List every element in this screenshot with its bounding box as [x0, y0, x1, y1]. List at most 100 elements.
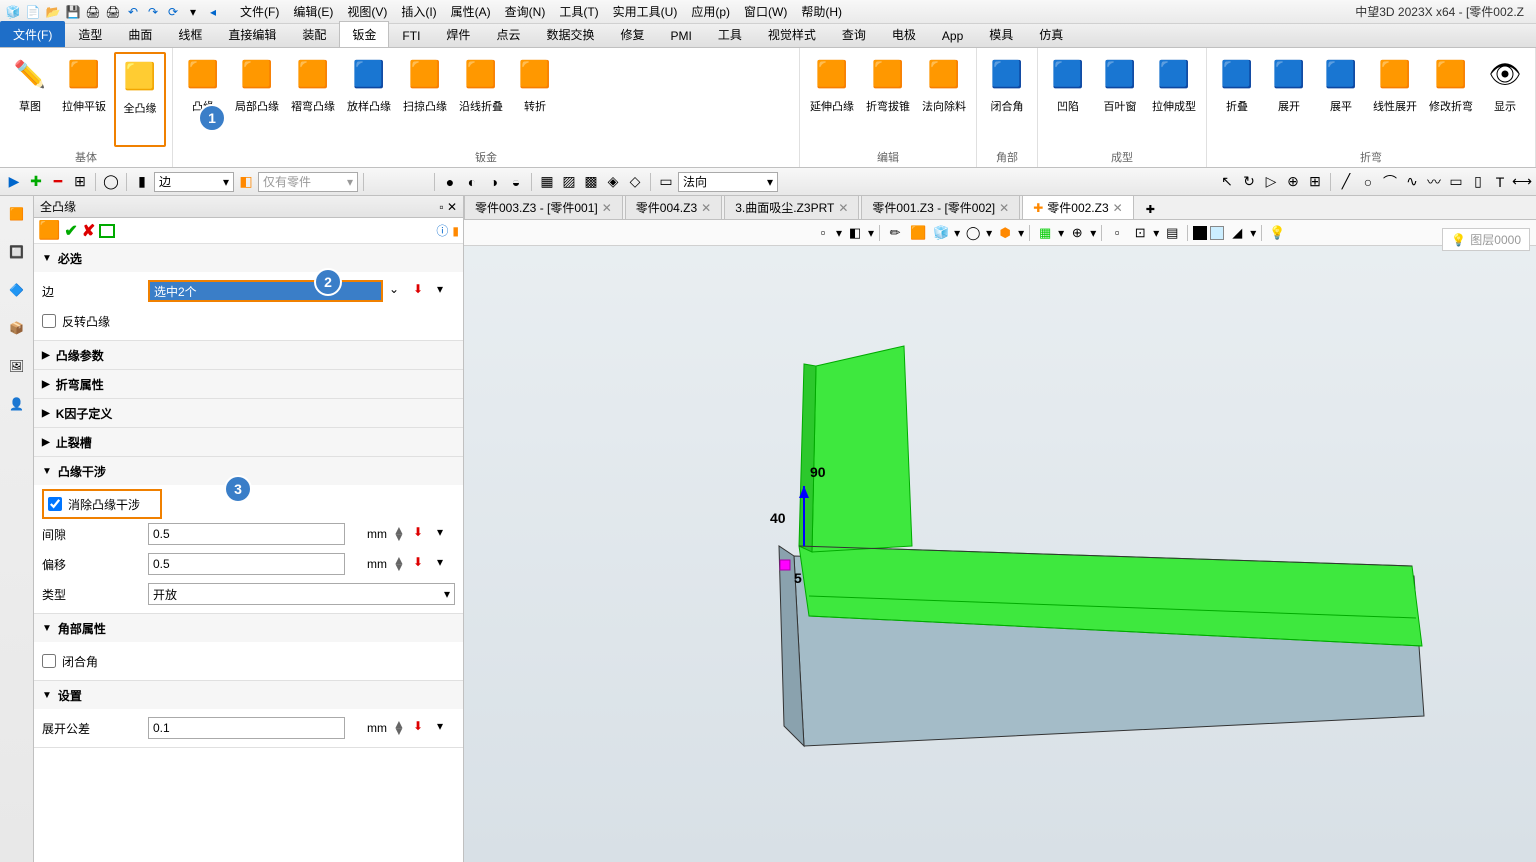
ribbon-tab-wire[interactable]: 线框	[165, 21, 215, 47]
doc-tab[interactable]: 3.曲面吸尘.Z3PRT✕	[724, 196, 859, 219]
close-icon[interactable]: ✕	[1113, 201, 1123, 215]
vt-icon[interactable]	[1193, 226, 1207, 240]
app-icon[interactable]: 🧊	[4, 3, 22, 21]
snap8-icon[interactable]: ◈	[603, 172, 623, 192]
show-button[interactable]: 👁显示	[1481, 52, 1529, 147]
ribbon-tab-pmi[interactable]: PMI	[657, 24, 704, 47]
snap5-icon[interactable]: ▦	[537, 172, 557, 192]
vt-icon[interactable]: ◧	[845, 223, 865, 243]
pick3-icon[interactable]: ⬇	[413, 555, 431, 573]
close-icon[interactable]: ✕	[701, 201, 711, 215]
doc-tab[interactable]: 零件001.Z3 - [零件002]✕	[861, 196, 1020, 219]
remove-interference-checkbox[interactable]	[48, 497, 62, 511]
add-icon[interactable]: ✚	[26, 172, 46, 192]
snap1-icon[interactable]: ●	[440, 172, 460, 192]
edge-input[interactable]	[148, 280, 383, 302]
vt-icon[interactable]: ▦	[1035, 223, 1055, 243]
fold-line-button[interactable]: 🟧沿线折叠	[455, 52, 507, 147]
redo2-icon[interactable]: ↻	[1239, 172, 1259, 192]
doc-tab[interactable]: 零件004.Z3✕	[625, 196, 722, 219]
ribbon-tab-app[interactable]: App	[929, 24, 976, 47]
full-flange-button[interactable]: 🟨全凸缘	[114, 52, 166, 147]
menu-insert[interactable]: 插入(I)	[395, 1, 442, 22]
filter-combo[interactable]: 边▾	[154, 172, 234, 192]
text-icon[interactable]: T	[1490, 172, 1510, 192]
modify-bend-button[interactable]: 🟧修改折弯	[1425, 52, 1477, 147]
circle-icon[interactable]: ◯	[101, 172, 121, 192]
rect2-icon[interactable]: ▯	[1468, 172, 1488, 192]
menu-util[interactable]: 实用工具(U)	[607, 1, 684, 22]
print-icon[interactable]: 🖨	[84, 3, 102, 21]
ribbon-tab-direct[interactable]: 直接编辑	[215, 21, 289, 47]
doc-tab[interactable]: 零件003.Z3 - [零件001]✕	[464, 196, 623, 219]
menu-app[interactable]: 应用(p)	[685, 1, 736, 22]
menu-file[interactable]: 文件(F)	[234, 1, 285, 22]
ribbon-tab-pointcloud[interactable]: 点云	[483, 21, 533, 47]
menu-view[interactable]: 视图(V)	[341, 1, 393, 22]
louver-button[interactable]: 🟦百叶窗	[1096, 52, 1144, 147]
bend-taper-button[interactable]: 🟧折弯拔锥	[862, 52, 914, 147]
vt-icon[interactable]: 🟧	[908, 223, 928, 243]
vt-icon[interactable]: ▤	[1162, 223, 1182, 243]
fold-button[interactable]: 🟦折叠	[1213, 52, 1261, 147]
sweep-flange-button[interactable]: 🟧扫掠凸缘	[399, 52, 451, 147]
ribbon-tab-repair[interactable]: 修复	[607, 21, 657, 47]
close-corner-button[interactable]: 🟦闭合角	[983, 52, 1031, 147]
spin-down-icon[interactable]: ▼	[393, 564, 407, 571]
open-icon[interactable]: 📂	[44, 3, 62, 21]
extend-flange-button[interactable]: 🟧延伸凸缘	[806, 52, 858, 147]
dimple-button[interactable]: 🟦凹陷	[1044, 52, 1092, 147]
play-icon[interactable]: ▷	[1261, 172, 1281, 192]
vt-icon[interactable]: ▫	[813, 223, 833, 243]
menu-attr[interactable]: 属性(A)	[445, 1, 497, 22]
menu-window[interactable]: 窗口(W)	[738, 1, 793, 22]
refresh-icon[interactable]: ⟳	[164, 3, 182, 21]
menu-tools[interactable]: 工具(T)	[553, 1, 604, 22]
redo-icon[interactable]: ↷	[144, 3, 162, 21]
normal-cut-button[interactable]: 🟧法向除料	[918, 52, 970, 147]
panel-close-icon[interactable]: ✕	[447, 200, 457, 214]
new-tab-button[interactable]: ✚	[1136, 200, 1165, 219]
hem-button[interactable]: 🟧褶弯凸缘	[287, 52, 339, 147]
ribbon-tab-tools[interactable]: 工具	[705, 21, 755, 47]
vt-icon[interactable]: ⊡	[1130, 223, 1150, 243]
line-icon[interactable]: ╱	[1336, 172, 1356, 192]
tree-icon[interactable]: 🔲	[5, 240, 29, 264]
ribbon-tab-visual[interactable]: 视觉样式	[755, 21, 829, 47]
grid-add-icon[interactable]: ⊞	[70, 172, 90, 192]
ribbon-tab-file[interactable]: 文件(F)	[0, 21, 65, 47]
ok-button[interactable]: ✔	[64, 221, 77, 241]
punch-button[interactable]: 🟦拉伸成型	[1148, 52, 1200, 147]
arc-icon[interactable]: ⌒	[1380, 172, 1400, 192]
chevron-down-icon[interactable]: ⌄	[389, 282, 407, 300]
vt-icon[interactable]: ▫	[1107, 223, 1127, 243]
pick4-icon[interactable]: ⬇	[413, 719, 431, 737]
section-required-head[interactable]: ▼必选	[34, 244, 463, 272]
vt-icon[interactable]: 🧊	[931, 223, 951, 243]
undo-icon[interactable]: ↶	[124, 3, 142, 21]
print-batch-icon[interactable]: 🖨	[104, 3, 122, 21]
direction-combo[interactable]: 法向▾	[678, 172, 778, 192]
section-bend-attr[interactable]: ▶折弯属性	[34, 370, 463, 398]
help-icon[interactable]: ▮	[452, 224, 459, 238]
info-icon[interactable]: ⓘ	[436, 222, 448, 239]
close-icon[interactable]: ✕	[838, 201, 848, 215]
ribbon-tab-fti[interactable]: FTI	[389, 24, 433, 47]
vt-icon[interactable]: ⬢	[995, 223, 1015, 243]
partial-flange-button[interactable]: 🟧局部凸缘	[231, 52, 283, 147]
ribbon-tab-query[interactable]: 查询	[829, 21, 879, 47]
ribbon-tab-electrode[interactable]: 电极	[879, 21, 929, 47]
section-flange-params[interactable]: ▶凸缘参数	[34, 341, 463, 369]
section-relief[interactable]: ▶止裂槽	[34, 428, 463, 456]
spin-down-icon[interactable]: ▼	[393, 534, 407, 541]
snap4-icon[interactable]: ◒	[506, 172, 526, 192]
bar-icon[interactable]: ▮	[132, 172, 152, 192]
pick2-icon[interactable]: ⬇	[413, 525, 431, 543]
type-select[interactable]: 开放▾	[148, 583, 455, 605]
dim-5[interactable]: 5	[794, 570, 802, 586]
more-icon[interactable]: ▾	[437, 282, 455, 300]
snap2-icon[interactable]: ◐	[462, 172, 482, 192]
gap-input[interactable]	[148, 523, 345, 545]
sheetmetal-icon[interactable]: 🟧	[5, 202, 29, 226]
select-icon[interactable]: ▶	[4, 172, 24, 192]
